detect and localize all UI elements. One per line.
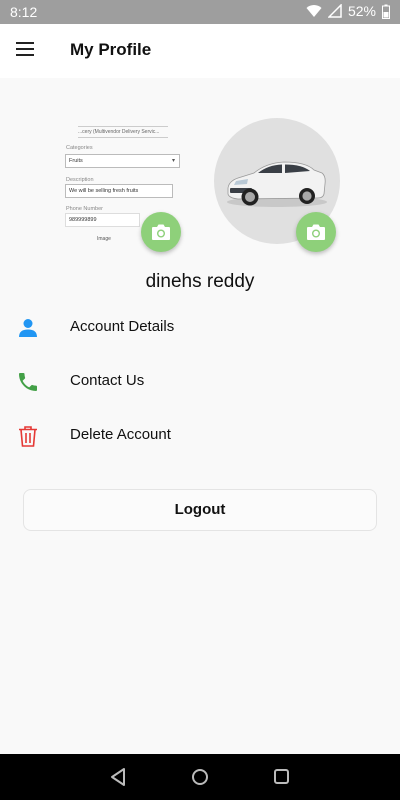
form-preview-header: ...cery (Multivendor Delivery Servic... xyxy=(78,126,168,138)
menu-item-contact-us[interactable]: Contact Us xyxy=(0,359,400,405)
form-preview-categories-value: Fruits xyxy=(65,154,180,168)
contact-us-label: Contact Us xyxy=(70,372,145,389)
camera-icon xyxy=(307,224,325,240)
person-icon xyxy=(16,316,40,340)
logout-button[interactable]: Logout xyxy=(23,489,377,531)
form-preview-phone-label: Phone Number xyxy=(66,206,103,212)
form-preview-phone-value: 989999899 xyxy=(65,213,140,227)
menu-item-delete-account[interactable]: Delete Account xyxy=(0,413,400,459)
user-name: dinehs reddy xyxy=(145,271,255,292)
trash-icon xyxy=(16,424,40,448)
phone-icon xyxy=(16,370,40,394)
account-details-label: Account Details xyxy=(70,318,175,335)
hamburger-menu-icon[interactable] xyxy=(14,39,40,63)
status-time: 8:12 xyxy=(10,4,38,20)
app-bar: My Profile xyxy=(0,24,400,78)
recent-apps-icon[interactable] xyxy=(273,767,291,792)
page-title: My Profile xyxy=(70,40,152,59)
back-icon[interactable] xyxy=(110,767,128,792)
change-vehicle-image-button[interactable] xyxy=(296,212,336,252)
home-icon[interactable] xyxy=(191,767,209,792)
menu-item-account-details[interactable]: Account Details xyxy=(0,305,400,351)
battery-icon xyxy=(382,4,390,19)
status-icons: 52% xyxy=(306,3,390,19)
profile-content: ...cery (Multivendor Delivery Servic... … xyxy=(0,78,400,754)
status-bar: 8:12 52% xyxy=(0,0,400,24)
camera-icon xyxy=(152,224,170,240)
battery-percentage: 52% xyxy=(347,3,376,19)
system-nav-bar xyxy=(0,754,400,800)
wifi-icon xyxy=(306,4,322,18)
form-preview-description-label: Description xyxy=(66,177,94,183)
change-store-image-button[interactable] xyxy=(141,212,181,252)
form-preview-description-value: We will be selling fresh fruits xyxy=(65,184,173,198)
delete-account-label: Delete Account xyxy=(70,426,171,443)
form-preview-bottom-text: Image xyxy=(97,236,111,242)
form-preview-categories-label: Categories xyxy=(66,145,93,151)
cellular-signal-icon xyxy=(327,4,342,18)
